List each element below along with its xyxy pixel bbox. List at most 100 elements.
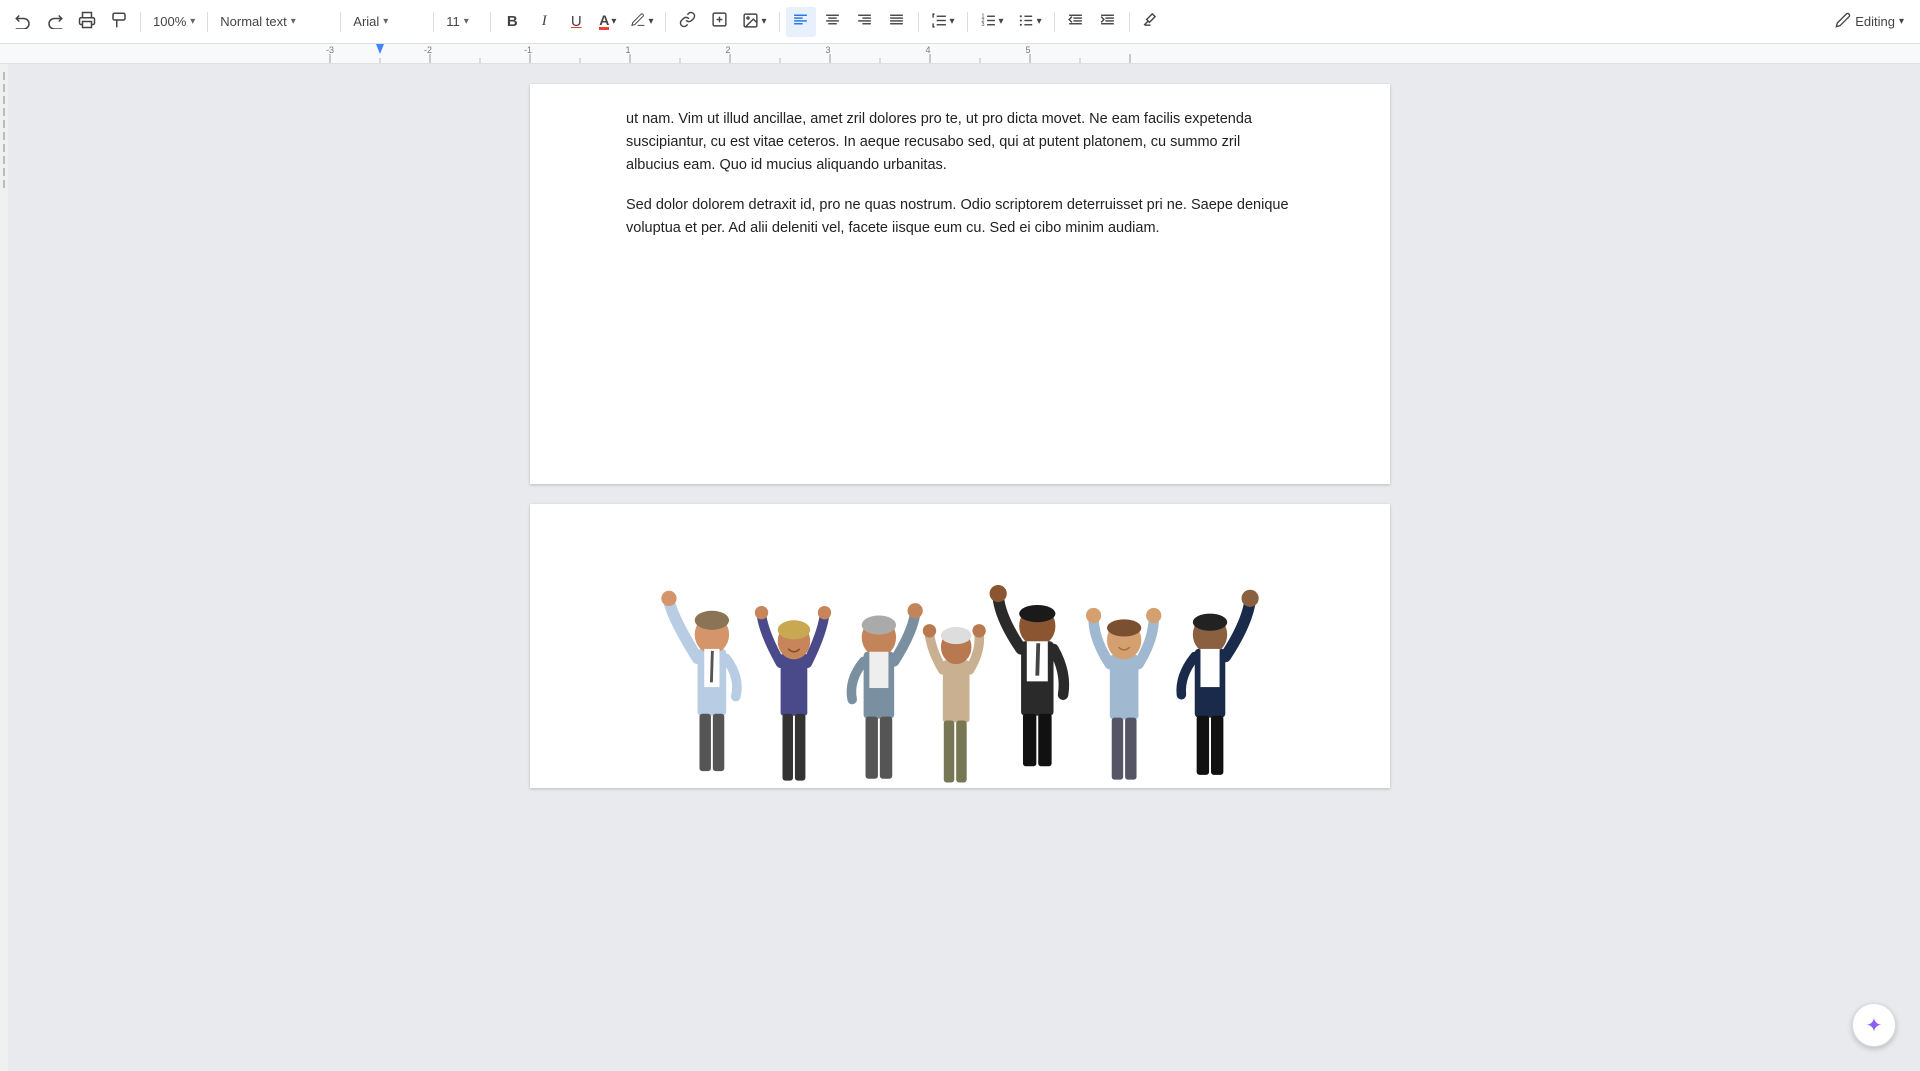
justify-icon	[888, 11, 905, 32]
zoom-dropdown[interactable]: 100% ▾	[147, 7, 201, 37]
justify-button[interactable]	[882, 7, 912, 37]
numbered-list-chevron-icon: ▾	[999, 16, 1004, 27]
font-dropdown[interactable]: Arial ▾	[347, 7, 427, 37]
numbered-list-button[interactable]: 1 2 3 ▾	[974, 7, 1010, 37]
svg-text:1: 1	[625, 45, 630, 55]
ruler: -3 -2 -1 1 2 3 4 5	[0, 44, 1920, 64]
pencil-icon	[1835, 12, 1851, 31]
separator-8	[918, 12, 919, 32]
bulleted-list-chevron-icon: ▾	[1037, 16, 1042, 27]
font-size-dropdown[interactable]: 11 ▾	[440, 7, 484, 37]
document-page-1[interactable]: ut nam. Vim ut illud ancillae, amet zril…	[530, 84, 1390, 484]
text-style-dropdown[interactable]: Normal text ▾	[214, 7, 334, 37]
font-size-value: 11	[446, 14, 460, 29]
zoom-value: 100%	[153, 14, 186, 29]
image-chevron-icon: ▾	[761, 16, 766, 27]
link-button[interactable]	[672, 7, 702, 37]
svg-text:-2: -2	[424, 45, 432, 55]
increase-indent-icon	[1099, 11, 1116, 32]
left-margin-bar	[0, 64, 8, 1071]
margin-tick-5	[3, 120, 5, 128]
margin-tick-8	[3, 156, 5, 164]
ruler-svg: -3 -2 -1 1 2 3 4 5	[280, 44, 1140, 64]
editing-label: Editing	[1855, 14, 1895, 29]
align-left-button[interactable]	[786, 7, 816, 37]
bold-icon: B	[507, 13, 518, 30]
image-icon	[742, 12, 759, 32]
align-right-button[interactable]	[850, 7, 880, 37]
editing-chevron-icon: ▾	[1899, 16, 1904, 27]
margin-tick-4	[3, 108, 5, 116]
toolbar: 100% ▾ Normal text ▾ Arial ▾ 11 ▾ B I U …	[0, 0, 1920, 44]
line-spacing-button[interactable]: ▾	[925, 7, 961, 37]
separator-7	[779, 12, 780, 32]
editing-mode-button[interactable]: Editing ▾	[1827, 12, 1912, 31]
svg-text:-1: -1	[524, 45, 532, 55]
bulleted-list-icon	[1018, 12, 1035, 32]
underline-icon: U	[571, 13, 582, 30]
document-page-2[interactable]	[530, 504, 1390, 788]
bold-button[interactable]: B	[497, 7, 527, 37]
text-style-label: Normal text	[220, 14, 286, 29]
font-chevron-icon: ▾	[383, 16, 388, 27]
separator-2	[207, 12, 208, 32]
svg-text:-3: -3	[326, 45, 334, 55]
text-color-button[interactable]: A ▾	[593, 7, 622, 37]
redo-icon	[46, 11, 64, 33]
highlight-chevron-icon: ▾	[648, 16, 653, 27]
line-spacing-chevron-icon: ▾	[950, 16, 955, 27]
decrease-indent-button[interactable]	[1061, 7, 1091, 37]
separator-3	[340, 12, 341, 32]
separator-11	[1129, 12, 1130, 32]
print-button[interactable]	[72, 7, 102, 37]
redo-button[interactable]	[40, 7, 70, 37]
line-spacing-icon	[931, 12, 948, 32]
ai-assistant-button[interactable]: ✦	[1852, 1003, 1896, 1047]
align-right-icon	[856, 11, 873, 32]
print-icon	[78, 11, 96, 33]
paragraph-1: ut nam. Vim ut illud ancillae, amet zril…	[626, 108, 1294, 178]
separator-9	[967, 12, 968, 32]
margin-tick-7	[3, 144, 5, 152]
insert-comment-button[interactable]	[704, 7, 734, 37]
undo-button[interactable]	[8, 7, 38, 37]
paint-format-button[interactable]	[104, 7, 134, 37]
underline-button[interactable]: U	[561, 7, 591, 37]
people-illustration	[626, 548, 1294, 788]
page-1-content: ut nam. Vim ut illud ancillae, amet zril…	[626, 108, 1294, 240]
content-area: ut nam. Vim ut illud ancillae, amet zril…	[0, 64, 1920, 1071]
svg-text:3: 3	[825, 45, 830, 55]
font-label: Arial	[353, 14, 379, 29]
italic-button[interactable]: I	[529, 7, 559, 37]
style-chevron-icon: ▾	[291, 16, 296, 27]
highlight-button[interactable]: ▾	[624, 7, 659, 37]
font-size-chevron-icon: ▾	[464, 16, 469, 27]
paint-format-icon	[110, 11, 128, 33]
numbered-list-icon: 1 2 3	[980, 12, 997, 32]
clear-format-button[interactable]	[1136, 7, 1166, 37]
svg-text:2: 2	[725, 45, 730, 55]
align-center-button[interactable]	[818, 7, 848, 37]
link-icon	[679, 11, 696, 32]
separator-10	[1054, 12, 1055, 32]
increase-indent-button[interactable]	[1093, 7, 1123, 37]
zoom-chevron-icon: ▾	[190, 16, 195, 27]
image-container	[626, 528, 1294, 788]
separator-1	[140, 12, 141, 32]
image-button[interactable]: ▾	[736, 7, 772, 37]
margin-tick-10	[3, 180, 5, 188]
decrease-indent-icon	[1067, 11, 1084, 32]
svg-text:5: 5	[1025, 45, 1030, 55]
svg-text:4: 4	[925, 45, 930, 55]
margin-tick-6	[3, 132, 5, 140]
highlight-icon	[630, 12, 646, 31]
margin-tick-3	[3, 96, 5, 104]
text-color-icon: A	[599, 13, 609, 30]
ai-icon: ✦	[1866, 1013, 1883, 1038]
undo-icon	[14, 11, 32, 33]
align-left-icon	[792, 11, 809, 32]
paragraph-2: Sed dolor dolorem detraxit id, pro ne qu…	[626, 194, 1294, 240]
italic-icon: I	[542, 13, 547, 30]
bulleted-list-button[interactable]: ▾	[1012, 7, 1048, 37]
svg-text:3: 3	[981, 22, 984, 28]
